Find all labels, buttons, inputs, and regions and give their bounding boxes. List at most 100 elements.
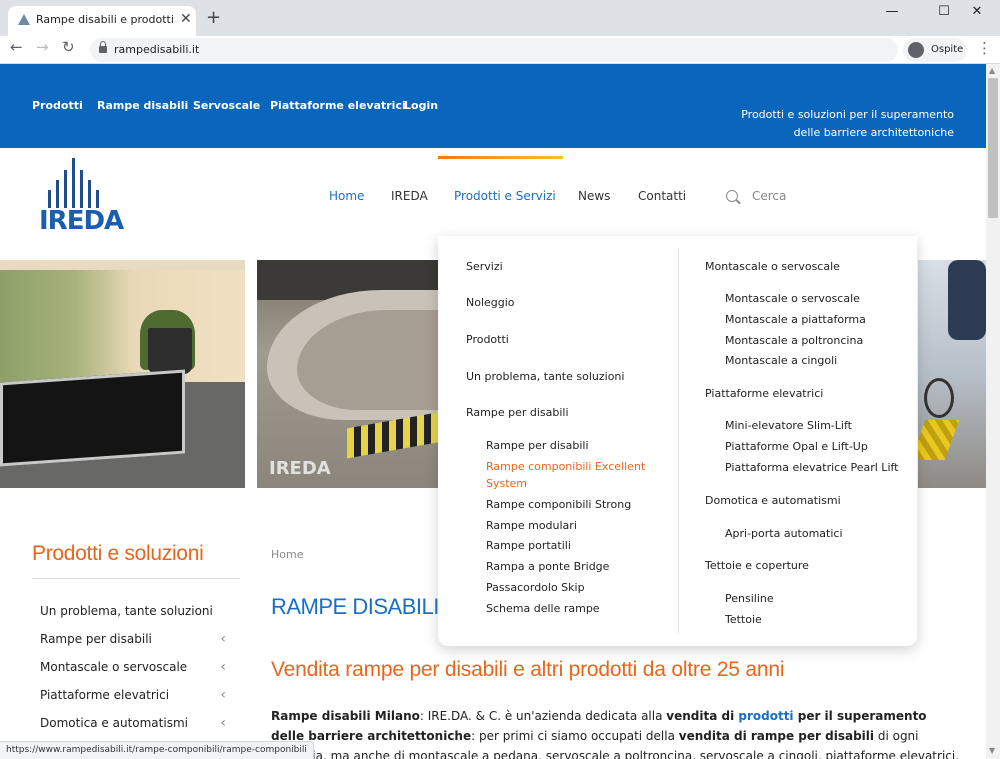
nav-ireda[interactable]: IREDA xyxy=(391,189,428,203)
dropdown-sub-montascale-poltroncina[interactable]: Montascale a poltroncina xyxy=(725,333,863,349)
dropdown-item-prodotti[interactable]: Prodotti xyxy=(466,332,509,348)
top-blue-bar: Prodotti Rampe disabili Servoscale Piatt… xyxy=(0,64,986,148)
maximize-window-icon[interactable]: ☐ xyxy=(929,4,959,22)
dropdown-item-noleggio[interactable]: Noleggio xyxy=(466,295,515,311)
sidebar-item-label: Un problema, tante soluzioni xyxy=(40,604,213,618)
close-window-icon[interactable]: ✕ xyxy=(962,4,992,22)
logo-bar xyxy=(72,158,75,208)
dropdown-item-rampe[interactable]: Rampe per disabili xyxy=(466,405,569,421)
breadcrumb[interactable]: Home xyxy=(271,548,303,561)
scroll-down-icon[interactable]: ▼ xyxy=(989,746,995,755)
sidebar-divider xyxy=(32,578,240,579)
hero-photo-curb: IREDA xyxy=(257,260,438,488)
dropdown-sub-rampe-excellent-cont[interactable]: System xyxy=(486,476,527,492)
dropdown-sub-montascale-cingoli[interactable]: Montascale a cingoli xyxy=(725,353,837,369)
web-page: Prodotti Rampe disabili Servoscale Piatt… xyxy=(0,64,986,759)
ireda-logo[interactable]: IREDA xyxy=(38,158,124,236)
new-tab-button[interactable]: + xyxy=(206,9,221,27)
dropdown-item-servizi[interactable]: Servizi xyxy=(466,259,503,275)
nav-contatti[interactable]: Contatti xyxy=(638,189,686,203)
dropdown-sub-tettoie[interactable]: Tettoie xyxy=(725,612,762,628)
dropdown-heading-domotica[interactable]: Domotica e automatismi xyxy=(705,493,841,509)
dropdown-sub-apri-porta[interactable]: Apri-porta automatici xyxy=(725,526,843,542)
dropdown-sub-montascale-piattaforma[interactable]: Montascale a piattaforma xyxy=(725,312,866,328)
dropdown-sub-opal-lift-up[interactable]: Piattaforme Opal e Lift-Up xyxy=(725,439,868,455)
reload-icon[interactable]: ↻ xyxy=(62,38,75,56)
dropdown-sub-rampe-strong[interactable]: Rampe componibili Strong xyxy=(486,497,631,513)
sidebar-item-piattaforme[interactable]: Piattaforme elevatrici ‹ xyxy=(40,688,230,702)
page-subtitle: Vendita rampe per disabili e altri prodo… xyxy=(271,658,785,681)
dropdown-sub-rampe-disabili[interactable]: Rampe per disabili xyxy=(486,438,589,454)
para-bold: vendita di rampe per disabili xyxy=(678,729,875,743)
para-bold: vendita di xyxy=(666,709,739,723)
dropdown-sub-rampe-modulari[interactable]: Rampe modulari xyxy=(486,518,577,534)
dropdown-sub-rampe-excellent[interactable]: Rampe componibili Excellent xyxy=(486,459,645,475)
profile-label: Ospite xyxy=(931,44,964,55)
sidebar-item-label: Domotica e automatismi xyxy=(40,716,188,730)
dropdown-heading-montascale[interactable]: Montascale o servoscale xyxy=(705,259,840,275)
dropdown-divider xyxy=(678,248,679,633)
address-bar-url: rampedisabili.it xyxy=(114,43,200,56)
dropdown-item-un-problema[interactable]: Un problema, tante soluzioni xyxy=(466,369,624,385)
site-favicon-icon xyxy=(18,14,30,25)
chevron-left-icon[interactable]: ‹ xyxy=(220,632,226,646)
dropdown-sub-rampe-portatili[interactable]: Rampe portatili xyxy=(486,538,571,554)
dropdown-sub-pearl-lift[interactable]: Piattaforma elevatrice Pearl Lift xyxy=(725,460,899,476)
dropdown-sub-slim-lift[interactable]: Mini-elevatore Slim-Lift xyxy=(725,418,852,434)
logo-bar xyxy=(80,170,83,208)
page-scrollbar[interactable]: ▲ ▼ xyxy=(986,64,1000,759)
toplink-piattaforme[interactable]: Piattaforme elevatrici xyxy=(270,99,406,112)
hero-photo-ramp xyxy=(0,260,245,488)
toplink-prodotti[interactable]: Prodotti xyxy=(32,99,83,112)
sidebar-item-rampe[interactable]: Rampe per disabili ‹ xyxy=(40,632,230,646)
search-input[interactable]: Cerca xyxy=(752,189,786,203)
minimize-window-icon[interactable]: — xyxy=(877,4,907,22)
nav-home[interactable]: Home xyxy=(329,189,364,203)
close-tab-icon[interactable]: ✕ xyxy=(180,11,192,27)
dropdown-sub-schema[interactable]: Schema delle rampe xyxy=(486,601,600,617)
page-title: RAMPE DISABILI MILANO xyxy=(271,594,438,619)
toplink-rampe-disabili[interactable]: Rampe disabili xyxy=(97,99,188,112)
scroll-up-icon[interactable]: ▲ xyxy=(989,66,995,75)
address-bar[interactable]: rampedisabili.it xyxy=(90,38,898,62)
scrollbar-thumb[interactable] xyxy=(988,78,998,218)
profile-button[interactable]: Ospite xyxy=(903,38,967,62)
chevron-left-icon[interactable]: ‹ xyxy=(220,688,226,702)
nav-news[interactable]: News xyxy=(578,189,610,203)
back-arrow-icon[interactable]: ← xyxy=(10,38,23,56)
nav-prodotti-servizi[interactable]: Prodotti e Servizi xyxy=(454,189,556,203)
dropdown-sub-rampa-bridge[interactable]: Rampa a ponte Bridge xyxy=(486,559,609,575)
toplink-servoscale[interactable]: Servoscale xyxy=(193,99,260,112)
nav-active-indicator xyxy=(438,156,563,159)
photo-tactile-strip xyxy=(918,420,960,460)
sidebar-item-domotica[interactable]: Domotica e automatismi ‹ xyxy=(40,716,230,730)
logo-bar xyxy=(88,180,91,208)
sidebar-item-montascale[interactable]: Montascale o servoscale ‹ xyxy=(40,660,230,674)
forward-arrow-icon[interactable]: → xyxy=(36,38,49,56)
chevron-left-icon[interactable]: ‹ xyxy=(220,660,226,674)
browser-menu-icon[interactable]: ⋮ xyxy=(977,39,992,57)
photo-ramp xyxy=(0,369,185,467)
toplink-login[interactable]: Login xyxy=(404,99,438,112)
photo-person xyxy=(948,260,986,340)
photo-background xyxy=(0,270,245,382)
para-text: : per primi ci siamo occupati della xyxy=(471,729,679,743)
dropdown-heading-piattaforme[interactable]: Piattaforme elevatrici xyxy=(705,386,823,402)
hero-photo-cyclist xyxy=(918,260,986,488)
sidebar-title: Prodotti e soluzioni xyxy=(32,542,204,565)
dropdown-heading-tettoie[interactable]: Tettoie e coperture xyxy=(705,558,809,574)
logo-wordmark: IREDA xyxy=(39,206,124,236)
prodotti-link[interactable]: prodotti xyxy=(738,709,793,723)
dropdown-sub-skip[interactable]: Passacordolo Skip xyxy=(486,580,585,596)
search-icon[interactable] xyxy=(726,190,738,202)
chevron-left-icon[interactable]: ‹ xyxy=(220,716,226,730)
sidebar-item-un-problema[interactable]: Un problema, tante soluzioni xyxy=(40,604,230,618)
dropdown-sub-montascale[interactable]: Montascale o servoscale xyxy=(725,291,860,307)
lock-icon xyxy=(99,41,107,53)
para-bold: Rampe disabili Milano xyxy=(271,709,420,723)
tagline-line-1: Prodotti e soluzioni per il superamento xyxy=(741,108,954,121)
dropdown-sub-pensiline[interactable]: Pensiline xyxy=(725,591,774,607)
profile-avatar-icon xyxy=(908,42,924,58)
browser-tab[interactable]: Rampe disabili e prodotti per sup ✕ xyxy=(8,6,196,36)
tab-title: Rampe disabili e prodotti per sup xyxy=(36,13,176,26)
